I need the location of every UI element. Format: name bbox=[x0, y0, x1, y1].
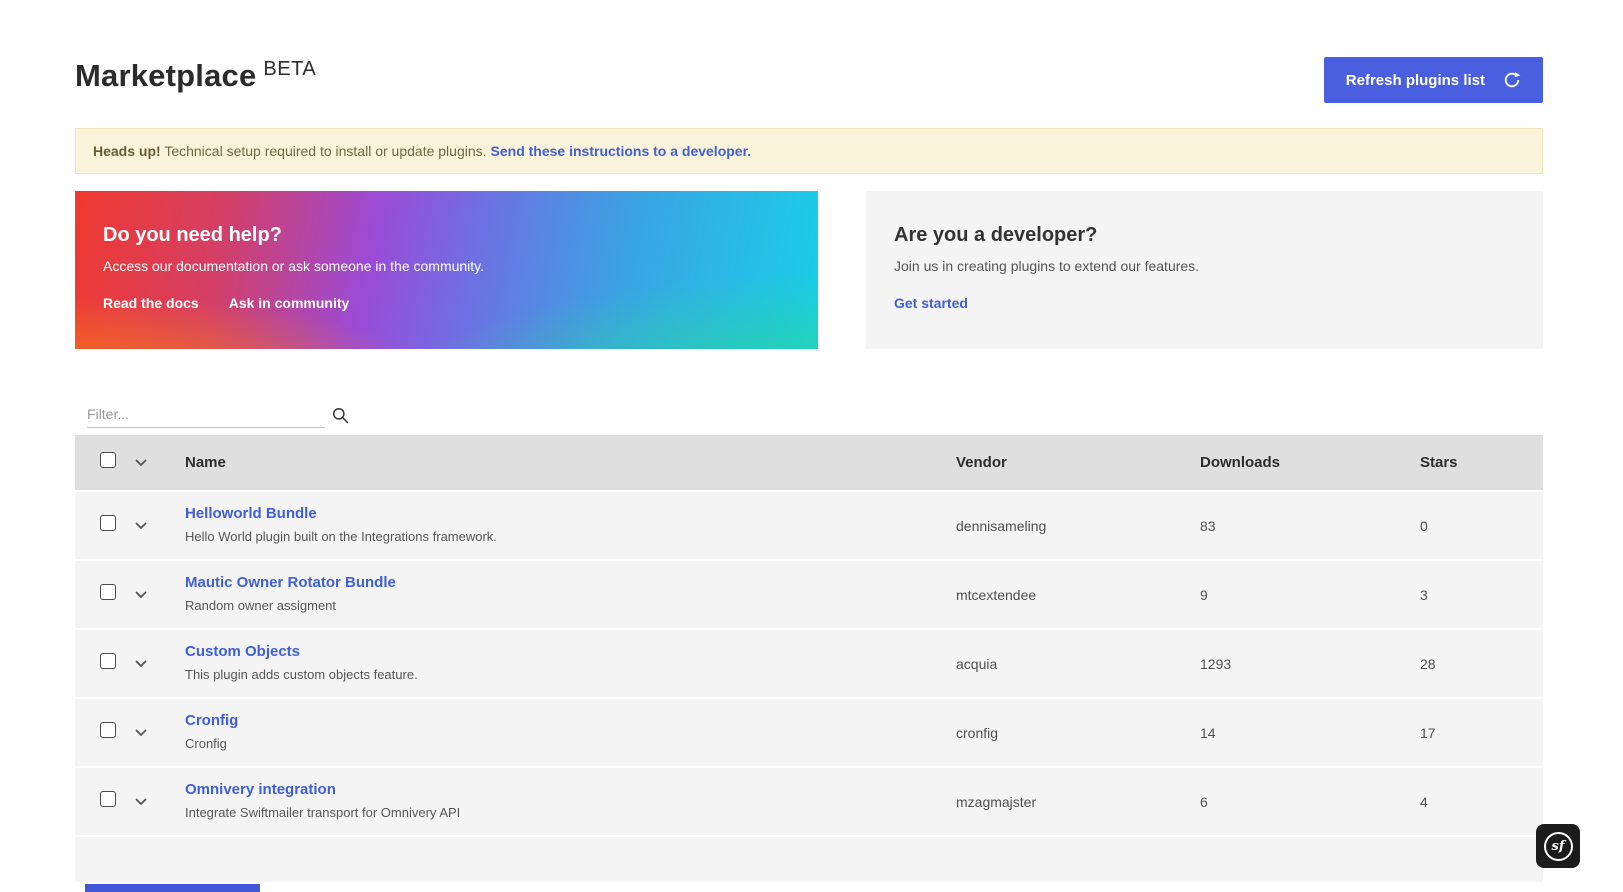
help-card: Do you need help? Access our documentati… bbox=[75, 191, 818, 349]
bulk-actions-caret[interactable] bbox=[135, 459, 147, 467]
table-row: Helloworld Bundle Hello World plugin bui… bbox=[75, 492, 1543, 561]
search-icon bbox=[332, 407, 349, 424]
refresh-icon bbox=[1503, 71, 1521, 89]
chevron-down-icon bbox=[135, 729, 147, 737]
filter-bar bbox=[75, 402, 1543, 428]
page-header: Marketplace BETA Refresh plugins list bbox=[75, 58, 1543, 104]
read-the-docs-link[interactable]: Read the docs bbox=[103, 295, 199, 311]
row-expand-caret[interactable] bbox=[135, 798, 147, 806]
plugin-name-link[interactable]: Mautic Owner Rotator Bundle bbox=[185, 574, 396, 591]
developer-card: Are you a developer? Join us in creating… bbox=[866, 191, 1543, 349]
plugin-vendor: mzagmajster bbox=[956, 794, 1200, 810]
row-checkbox[interactable] bbox=[100, 653, 116, 669]
plugin-name-link[interactable]: Cronfig bbox=[185, 712, 238, 729]
help-card-title: Do you need help? bbox=[103, 224, 790, 247]
row-expand-caret[interactable] bbox=[135, 660, 147, 668]
plugin-name-link[interactable]: Omnivery integration bbox=[185, 781, 336, 798]
help-card-body: Access our documentation or ask someone … bbox=[103, 258, 790, 274]
profiler-toolbar-fragment bbox=[85, 884, 260, 892]
plugin-name-link[interactable]: Helloworld Bundle bbox=[185, 505, 317, 522]
table-row: Cronfig Cronfig cronfig 14 17 bbox=[75, 699, 1543, 768]
plugin-downloads: 6 bbox=[1200, 794, 1420, 810]
row-checkbox[interactable] bbox=[100, 722, 116, 738]
setup-notice-banner: Heads up! Technical setup required to in… bbox=[75, 128, 1543, 174]
info-cards: Do you need help? Access our documentati… bbox=[75, 191, 1543, 349]
plugin-description: Random owner assigment bbox=[185, 598, 956, 613]
plugin-stars: 28 bbox=[1420, 656, 1543, 672]
plugin-description: Hello World plugin built on the Integrat… bbox=[185, 529, 956, 544]
send-instructions-link[interactable]: Send these instructions to a developer. bbox=[491, 143, 752, 159]
column-header-vendor: Vendor bbox=[956, 454, 1200, 471]
chevron-down-icon bbox=[135, 660, 147, 668]
notice-text: Technical setup required to install or u… bbox=[161, 143, 487, 159]
page-container: Marketplace BETA Refresh plugins list Hea… bbox=[75, 58, 1543, 882]
table-row: Mautic Owner Rotator Bundle Random owner… bbox=[75, 561, 1543, 630]
table-row: Custom Objects This plugin adds custom o… bbox=[75, 630, 1543, 699]
plugin-name-link[interactable]: Custom Objects bbox=[185, 643, 300, 660]
select-all-checkbox[interactable] bbox=[100, 452, 116, 468]
ask-in-community-link[interactable]: Ask in community bbox=[229, 295, 350, 311]
page-title: Marketplace bbox=[75, 58, 256, 94]
row-checkbox[interactable] bbox=[100, 584, 116, 600]
filter-input[interactable] bbox=[87, 403, 325, 428]
column-header-name: Name bbox=[185, 454, 956, 471]
plugin-stars: 17 bbox=[1420, 725, 1543, 741]
plugin-downloads: 14 bbox=[1200, 725, 1420, 741]
table-row-partial bbox=[75, 837, 1543, 882]
row-expand-caret[interactable] bbox=[135, 729, 147, 737]
row-expand-caret[interactable] bbox=[135, 522, 147, 530]
plugin-downloads: 83 bbox=[1200, 518, 1420, 534]
refresh-button-label: Refresh plugins list bbox=[1346, 72, 1485, 89]
row-checkbox[interactable] bbox=[100, 515, 116, 531]
notice-bold-text: Heads up! bbox=[93, 143, 161, 159]
column-header-stars: Stars bbox=[1420, 454, 1543, 471]
plugin-downloads: 9 bbox=[1200, 587, 1420, 603]
get-started-link[interactable]: Get started bbox=[894, 295, 968, 311]
symfony-icon: sf bbox=[1544, 832, 1573, 861]
chevron-down-icon bbox=[135, 591, 147, 599]
plugin-description: Integrate Swiftmailer transport for Omni… bbox=[185, 805, 956, 820]
plugin-stars: 3 bbox=[1420, 587, 1543, 603]
plugin-vendor: cronfig bbox=[956, 725, 1200, 741]
symfony-profiler-button[interactable]: sf bbox=[1536, 824, 1580, 868]
table-header-row: Name Vendor Downloads Stars bbox=[75, 435, 1543, 492]
chevron-down-icon bbox=[135, 522, 147, 530]
plugins-table: Name Vendor Downloads Stars Helloworld B… bbox=[75, 435, 1543, 882]
row-checkbox[interactable] bbox=[100, 791, 116, 807]
plugin-stars: 0 bbox=[1420, 518, 1543, 534]
developer-card-title: Are you a developer? bbox=[894, 224, 1515, 247]
plugin-vendor: dennisameling bbox=[956, 518, 1200, 534]
beta-badge: BETA bbox=[263, 58, 316, 80]
developer-card-body: Join us in creating plugins to extend ou… bbox=[894, 258, 1515, 274]
plugin-description: This plugin adds custom objects feature. bbox=[185, 667, 956, 682]
column-header-downloads: Downloads bbox=[1200, 454, 1420, 471]
chevron-down-icon bbox=[135, 798, 147, 806]
plugin-vendor: acquia bbox=[956, 656, 1200, 672]
chevron-down-icon bbox=[135, 459, 147, 467]
plugin-description: Cronfig bbox=[185, 736, 956, 751]
plugin-vendor: mtcextendee bbox=[956, 587, 1200, 603]
table-row: Omnivery integration Integrate Swiftmail… bbox=[75, 768, 1543, 837]
plugin-stars: 4 bbox=[1420, 794, 1543, 810]
refresh-plugins-button[interactable]: Refresh plugins list bbox=[1324, 57, 1543, 103]
plugin-downloads: 1293 bbox=[1200, 656, 1420, 672]
search-button[interactable] bbox=[332, 407, 349, 424]
row-expand-caret[interactable] bbox=[135, 591, 147, 599]
table-body: Helloworld Bundle Hello World plugin bui… bbox=[75, 492, 1543, 837]
